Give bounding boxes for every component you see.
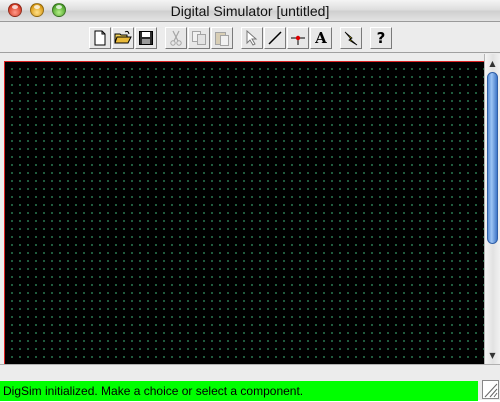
toolbar-separator xyxy=(363,27,369,49)
paste-button[interactable] xyxy=(211,27,233,49)
new-file-icon xyxy=(94,30,106,46)
scroll-up-icon[interactable]: ▲ xyxy=(485,56,500,70)
text-label-icon: A xyxy=(315,29,327,47)
title-bar[interactable]: Digital Simulator [untitled] xyxy=(0,0,500,22)
toolbar: A ? xyxy=(0,23,500,53)
copy-button[interactable] xyxy=(188,27,210,49)
select-tool-button[interactable] xyxy=(241,27,263,49)
connection-tool-button[interactable] xyxy=(287,27,309,49)
status-message: DigSim initialized. Make a choice or sel… xyxy=(0,381,478,401)
canvas-area xyxy=(0,54,484,364)
simulate-button[interactable] xyxy=(340,27,362,49)
window-title: Digital Simulator [untitled] xyxy=(170,3,330,19)
scroll-down-icon[interactable]: ▼ xyxy=(485,348,500,362)
cut-button[interactable] xyxy=(165,27,187,49)
help-button[interactable]: ? xyxy=(370,27,392,49)
help-question-icon: ? xyxy=(376,29,386,47)
save-button[interactable] xyxy=(135,27,157,49)
open-button[interactable] xyxy=(112,27,134,49)
toolbar-button-group: A ? xyxy=(89,26,411,50)
vertical-scrollbar[interactable]: ▲ ▼ xyxy=(484,54,500,364)
text-tool-button[interactable]: A xyxy=(310,27,332,49)
copy-icon xyxy=(192,31,206,45)
wire-line-icon xyxy=(268,31,282,45)
resize-lines-icon xyxy=(484,383,498,398)
scroll-thumb[interactable] xyxy=(487,72,498,244)
resize-grip-icon[interactable] xyxy=(482,380,499,399)
simulate-lightning-icon xyxy=(344,31,358,46)
open-folder-icon xyxy=(114,30,132,44)
new-button[interactable] xyxy=(89,27,111,49)
status-bar: DigSim initialized. Make a choice or sel… xyxy=(0,364,500,401)
toolbar-separator xyxy=(158,27,164,49)
select-arrow-icon xyxy=(246,30,258,46)
circuit-canvas[interactable] xyxy=(4,61,484,364)
save-disk-icon xyxy=(139,31,153,45)
paste-icon xyxy=(215,32,229,46)
cut-scissors-icon xyxy=(170,30,182,46)
app-window: Digital Simulator [untitled] A ? ▲ ▼ Dig… xyxy=(0,0,500,401)
toolbar-separator xyxy=(333,27,339,49)
toolbar-separator xyxy=(234,27,240,49)
connection-dot-icon xyxy=(291,35,305,45)
wire-tool-button[interactable] xyxy=(264,27,286,49)
